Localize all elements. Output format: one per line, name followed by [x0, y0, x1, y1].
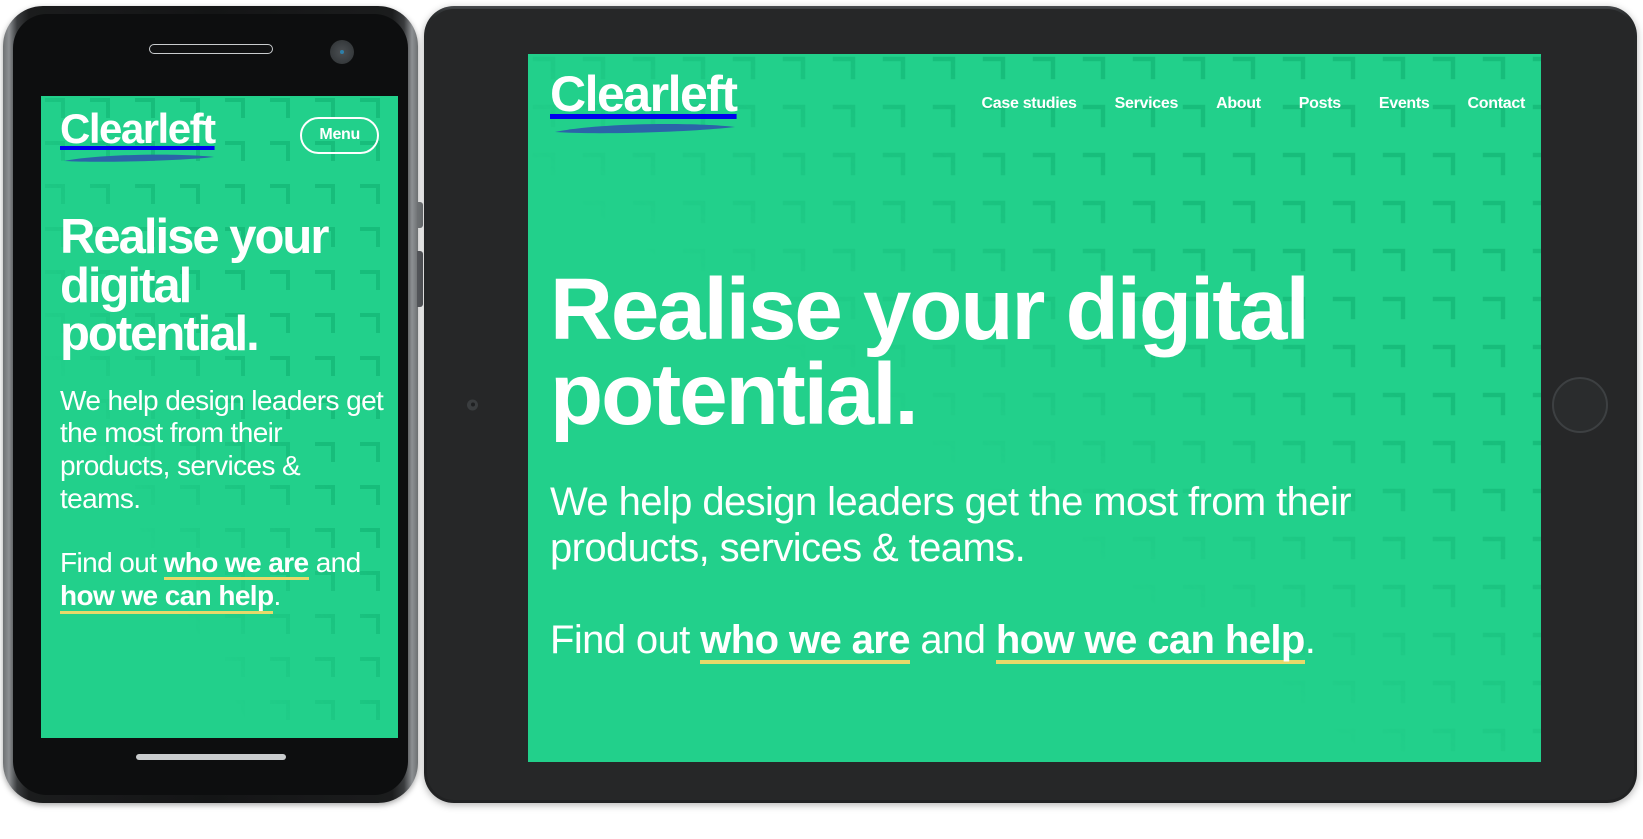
tablet-hero-content: Realise your digital potential. We help …	[550, 261, 1511, 665]
phone-hero-content: Realise your digital potential. We help …	[60, 213, 384, 614]
phone-speaker-grille	[148, 44, 273, 54]
nav-item-posts[interactable]: Posts	[1299, 95, 1341, 113]
phone-device-frame: Clearleft Menu Realise your digital pote…	[3, 6, 423, 803]
main-navigation: Case studies Services About Posts Events…	[982, 95, 1526, 113]
nav-item-services[interactable]: Services	[1115, 95, 1179, 113]
phone-screen: Clearleft Menu Realise your digital pote…	[41, 96, 398, 738]
menu-button[interactable]: Menu	[300, 117, 379, 154]
tablet-screen: Clearleft Case studies Services About Po…	[528, 54, 1541, 762]
phone-site-viewport: Clearleft Menu Realise your digital pote…	[41, 96, 398, 738]
phone-side-button-small[interactable]	[417, 202, 423, 228]
nav-item-events[interactable]: Events	[1379, 95, 1430, 113]
cta-middle: and	[308, 546, 362, 578]
hero-heading: Realise your digital potential.	[550, 261, 1310, 444]
tablet-device-frame: Clearleft Case studies Services About Po…	[424, 6, 1637, 803]
hero-cta-paragraph: Find out who we are and how we can help.	[60, 547, 384, 614]
logo-link[interactable]: Clearleft	[550, 69, 740, 142]
device-showcase: Clearleft Menu Realise your digital pote…	[0, 0, 1643, 839]
tablet-site-viewport: Clearleft Case studies Services About Po…	[528, 54, 1541, 762]
tablet-bezel: Clearleft Case studies Services About Po…	[427, 9, 1634, 800]
cta-suffix: .	[273, 580, 281, 612]
hero-cta-paragraph: Find out who we are and how we can help.	[550, 617, 1511, 665]
cta-prefix: Find out	[550, 618, 701, 663]
hero-heading: Realise your digital potential.	[60, 210, 329, 361]
cta-suffix: .	[1304, 618, 1316, 663]
how-we-can-help-link[interactable]: how we can help	[60, 582, 274, 614]
logo-underline-stroke	[60, 150, 220, 171]
phone-volume-rocker[interactable]	[417, 251, 423, 307]
phone-bezel: Clearleft Menu Realise your digital pote…	[13, 14, 408, 795]
nav-item-case-studies[interactable]: Case studies	[982, 95, 1077, 113]
logo-wordmark: Clearleft	[60, 105, 216, 152]
phone-site-header: Clearleft Menu	[60, 108, 379, 171]
logo-underline-stroke	[550, 119, 740, 142]
cta-middle: and	[909, 618, 996, 663]
logo-wordmark: Clearleft	[550, 66, 738, 122]
phone-home-indicator	[135, 754, 286, 760]
cta-prefix: Find out	[60, 546, 164, 578]
hero-paragraph: We help design leaders get the most from…	[550, 479, 1352, 570]
hero-paragraph: We help design leaders get the most from…	[60, 384, 384, 514]
tablet-front-camera-icon	[467, 399, 478, 410]
who-we-are-link[interactable]: who we are	[700, 620, 910, 665]
logo-link[interactable]: Clearleft	[60, 108, 220, 171]
nav-item-about[interactable]: About	[1216, 95, 1261, 113]
how-we-can-help-link[interactable]: how we can help	[995, 620, 1305, 665]
tablet-site-header: Clearleft Case studies Services About Po…	[550, 69, 1525, 142]
who-we-are-link[interactable]: who we are	[163, 548, 309, 581]
phone-front-camera-icon	[330, 40, 354, 64]
tablet-home-button[interactable]	[1552, 376, 1608, 433]
nav-item-contact[interactable]: Contact	[1468, 95, 1526, 113]
